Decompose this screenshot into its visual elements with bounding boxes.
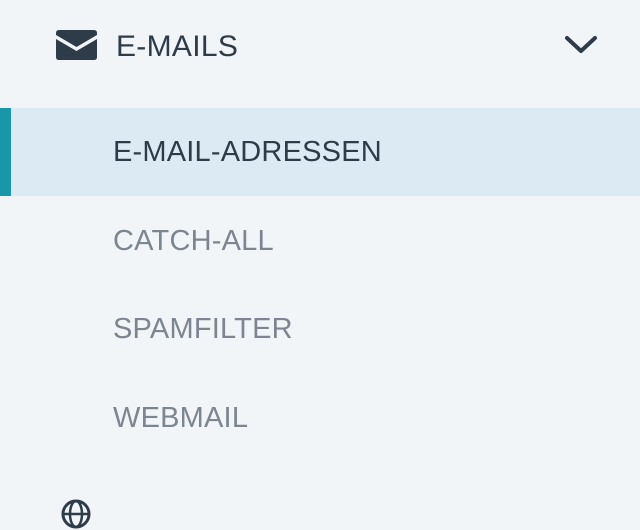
globe-icon[interactable] bbox=[60, 498, 92, 530]
menu-item-label: CATCH-ALL bbox=[113, 225, 274, 257]
section-header-label: E-MAILS bbox=[116, 30, 239, 63]
envelope-icon bbox=[56, 30, 97, 60]
menu-item-catch-all[interactable]: CATCH-ALL bbox=[0, 197, 640, 285]
menu-item-email-adressen[interactable]: E-MAIL-ADRESSEN bbox=[0, 108, 640, 196]
menu-item-label: E-MAIL-ADRESSEN bbox=[113, 136, 382, 168]
active-indicator bbox=[0, 108, 11, 196]
section-header-emails[interactable]: E-MAILS bbox=[0, 0, 640, 95]
menu-item-label: SPAMFILTER bbox=[113, 313, 293, 345]
menu-item-label: WEBMAIL bbox=[113, 402, 249, 434]
menu-item-webmail[interactable]: WEBMAIL bbox=[0, 374, 640, 462]
chevron-down-icon[interactable] bbox=[563, 34, 599, 56]
menu-item-spamfilter[interactable]: SPAMFILTER bbox=[0, 285, 640, 373]
